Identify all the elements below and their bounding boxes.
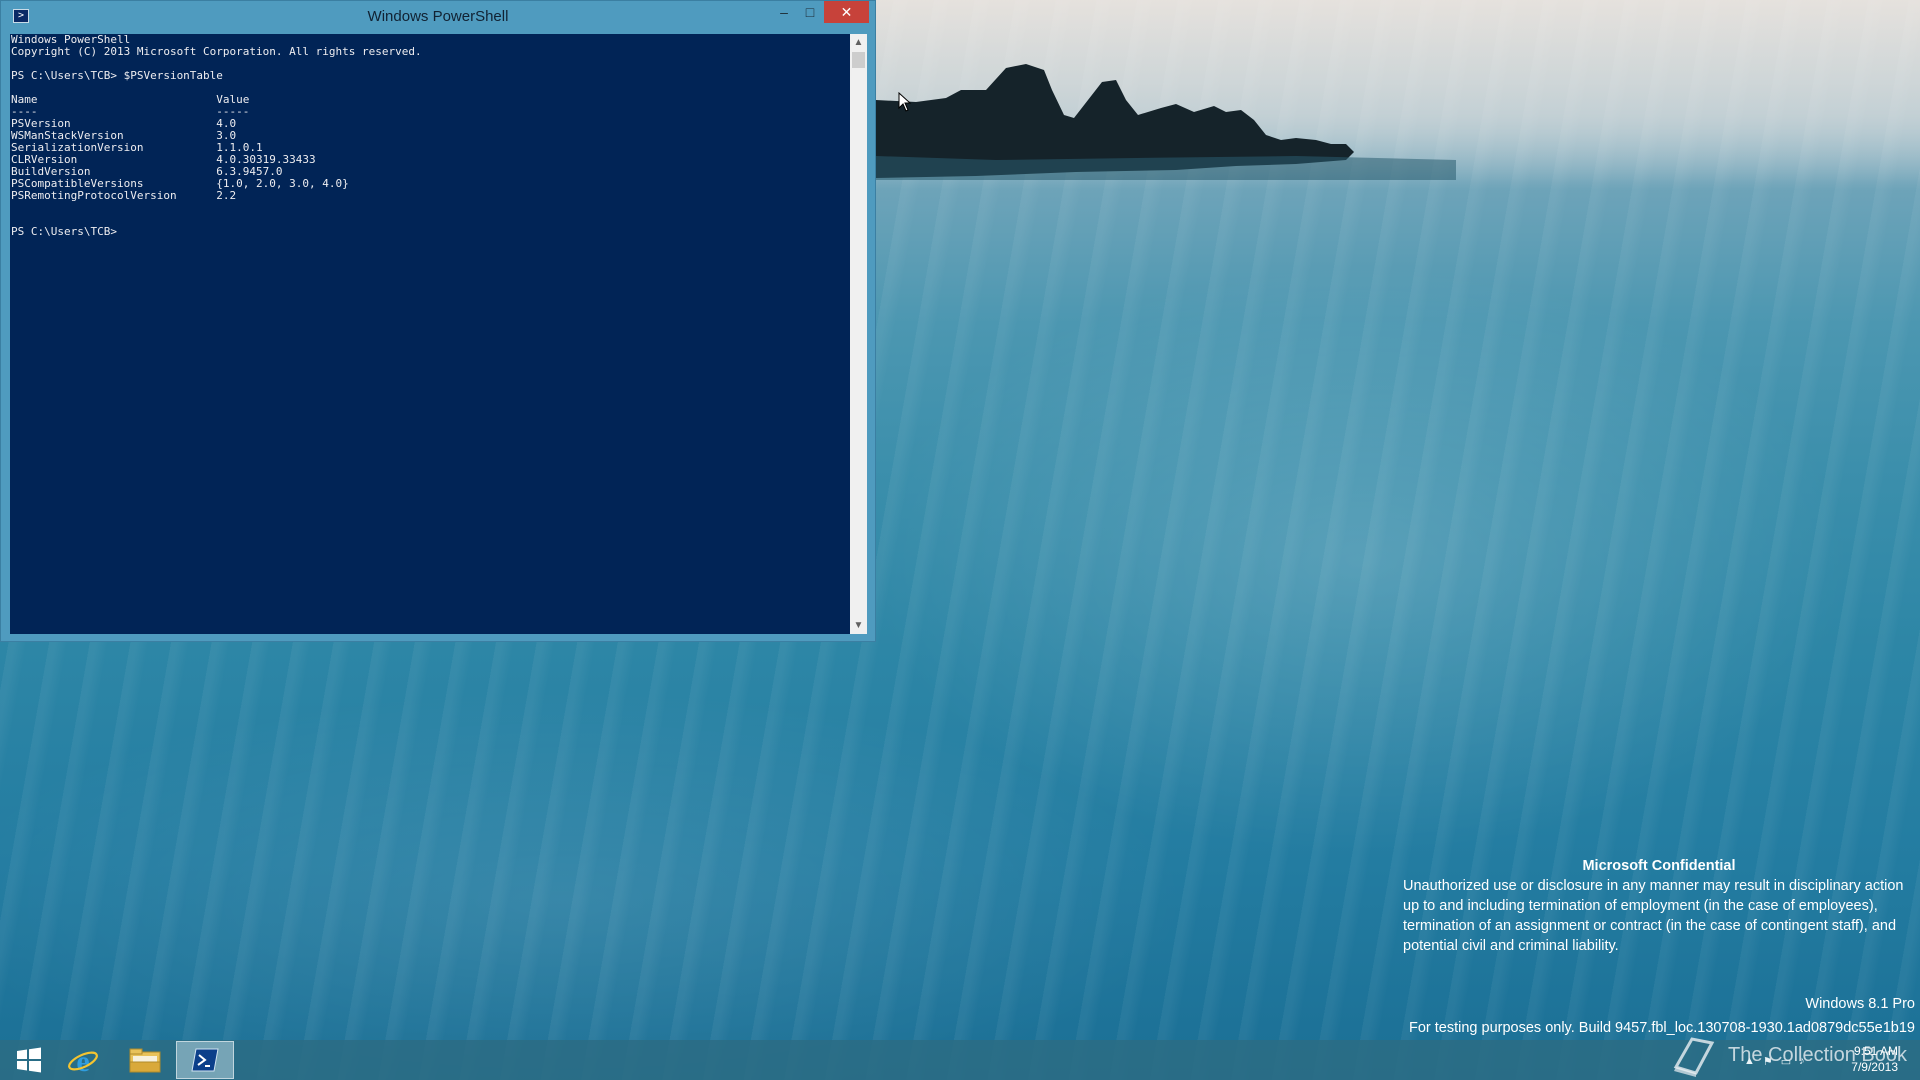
window-titlebar[interactable]: > Windows PowerShell – □ ✕ <box>1 1 875 33</box>
powershell-window[interactable]: > Windows PowerShell – □ ✕ Windows Power… <box>0 0 876 642</box>
maximize-button[interactable]: □ <box>797 1 823 23</box>
book-icon <box>1673 1037 1715 1077</box>
mouse-pointer-icon <box>898 92 912 112</box>
start-button[interactable] <box>0 1041 58 1079</box>
confidential-watermark: Microsoft Confidential Unauthorized use … <box>1403 856 1915 956</box>
watermark-title: Microsoft Confidential <box>1582 858 1736 874</box>
console-line: Copyright (C) 2013 Microsoft Corporation… <box>11 45 422 58</box>
close-button[interactable]: ✕ <box>824 1 869 23</box>
watermark-body: Unauthorized use or disclosure in any ma… <box>1403 878 1904 954</box>
clock-time: 9:51 AM <box>1853 1044 1898 1058</box>
taskbar-clock[interactable]: 9:51 AM 7/9/2013 <box>1818 1043 1898 1075</box>
volume-icon[interactable]: ♪ <box>1799 1055 1805 1067</box>
chevron-up-icon[interactable]: ▲ <box>1744 1055 1755 1067</box>
windows-logo-icon <box>17 1047 41 1073</box>
window-title: Windows PowerShell <box>367 8 509 25</box>
system-tray[interactable]: ▲ ⚑ ▭ ♪ <box>1744 1050 1805 1072</box>
folder-icon <box>129 1048 161 1073</box>
scroll-down-icon[interactable]: ▼ <box>850 617 867 634</box>
powershell-icon <box>191 1048 219 1072</box>
console-output[interactable]: Windows PowerShell Copyright (C) 2013 Mic… <box>11 34 847 634</box>
scroll-up-icon[interactable]: ▲ <box>850 34 867 51</box>
console-line: PS C:\Users\TCB> $PSVersionTable <box>11 69 223 82</box>
flag-icon[interactable]: ⚑ <box>1763 1055 1773 1068</box>
internet-explorer-icon: e <box>68 1045 98 1076</box>
clock-date: 7/9/2013 <box>1851 1060 1898 1074</box>
console-area[interactable]: Windows PowerShell Copyright (C) 2013 Mic… <box>10 34 850 634</box>
windows-edition: Windows 8.1 Pro <box>1805 996 1915 1012</box>
console-line: PSRemotingProtocolVersion 2.2 <box>11 189 237 202</box>
vertical-scrollbar[interactable]: ▲ ▼ <box>850 34 867 634</box>
taskbar[interactable] <box>0 1040 1920 1080</box>
console-line: PS C:\Users\TCB> <box>11 225 117 238</box>
network-icon[interactable]: ▭ <box>1781 1055 1791 1068</box>
taskbar-windows-powershell[interactable] <box>176 1041 234 1079</box>
taskbar-file-explorer[interactable] <box>116 1041 174 1079</box>
minimize-button[interactable]: – <box>771 1 797 23</box>
scrollbar-thumb[interactable] <box>852 52 865 68</box>
taskbar-internet-explorer[interactable]: e <box>54 1041 112 1079</box>
svg-text:e: e <box>76 1045 89 1076</box>
wallpaper-rocks <box>876 64 1456 180</box>
